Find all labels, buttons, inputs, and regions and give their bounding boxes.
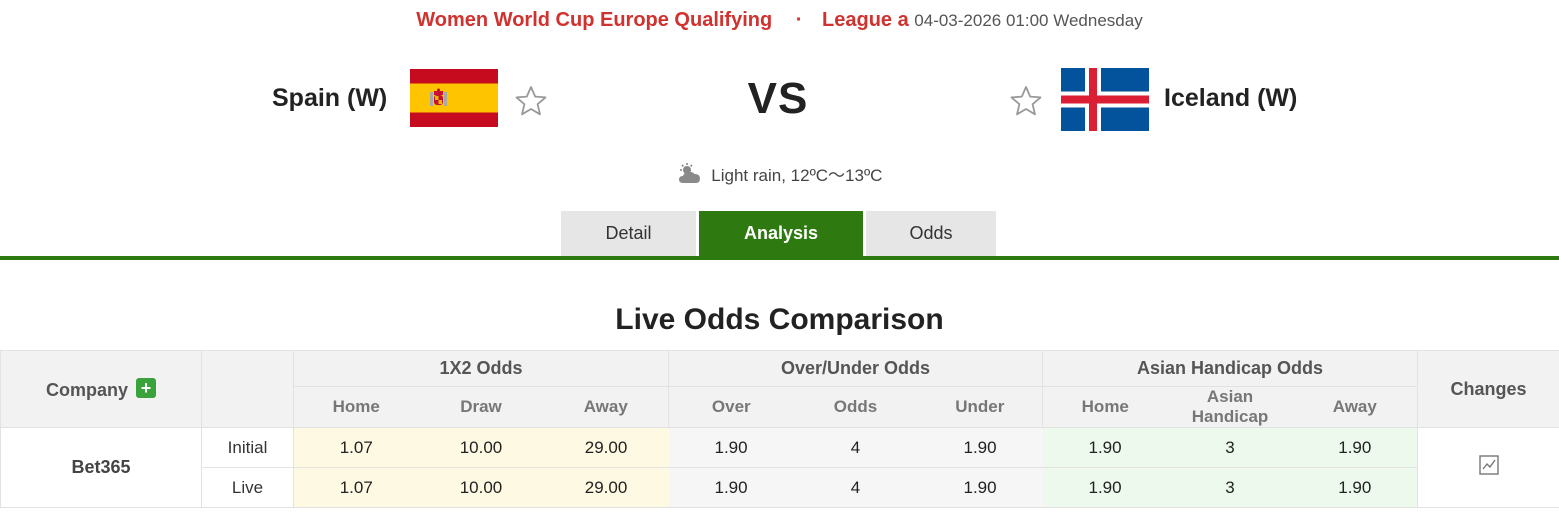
group-header-over-under: Over/Under Odds xyxy=(668,350,1044,387)
odds-cell: 1.90 xyxy=(1042,427,1168,468)
tabs-underline xyxy=(0,256,1559,260)
subheader-under: Under xyxy=(917,386,1044,428)
subheader-home: Home xyxy=(293,386,419,428)
subheader-ah-home: Home xyxy=(1042,386,1168,428)
group-header-1x2: 1X2 Odds xyxy=(292,350,670,387)
odds-cell: 3 xyxy=(1167,467,1293,508)
odds-cell: 4 xyxy=(793,467,918,508)
versus-label: VS xyxy=(747,74,809,123)
match-datetime: 04-03-2026 01:00 Wednesday xyxy=(914,11,1143,30)
odds-cell: 1.90 xyxy=(668,467,794,508)
header-separator: · xyxy=(795,9,803,31)
tab-detail[interactable]: Detail xyxy=(561,211,696,256)
odds-comparison-table: Company + 1X2 Odds Over/Under Odds Asian … xyxy=(0,350,1559,508)
league-name[interactable]: Women World Cup Europe Qualifying xyxy=(416,9,772,31)
changes-header: Changes xyxy=(1417,350,1559,428)
company-header-label: Company xyxy=(45,379,128,400)
line-chart-icon[interactable] xyxy=(1478,455,1499,475)
odds-cell: 1.07 xyxy=(293,427,419,468)
favorite-star-away-icon[interactable] xyxy=(1010,85,1042,117)
odds-cell: 1.90 xyxy=(917,427,1043,468)
favorite-star-home-icon[interactable] xyxy=(515,85,547,117)
tab-odds[interactable]: Odds xyxy=(866,211,996,256)
odds-cell: 1.90 xyxy=(917,467,1043,508)
subheader-away: Away xyxy=(543,386,670,428)
odds-cell: 1.07 xyxy=(293,467,419,508)
subheader-over: Over xyxy=(668,386,794,428)
match-tabs: Detail Analysis Odds xyxy=(561,211,996,256)
tab-analysis[interactable]: Analysis xyxy=(699,211,863,256)
iceland-flag-icon xyxy=(1061,68,1149,131)
weather-info: Light rain, 12ºC～13ºC xyxy=(0,161,1559,186)
odds-cell: 1.90 xyxy=(1292,467,1418,508)
company-name[interactable]: Bet365 xyxy=(0,427,202,508)
group-header-asian-handicap: Asian Handicap Odds xyxy=(1042,350,1419,387)
spain-flag-icon xyxy=(410,69,498,127)
odds-cell: 3 xyxy=(1167,427,1293,468)
odds-cell: 29.00 xyxy=(543,427,669,468)
odds-cell: 4 xyxy=(793,427,918,468)
subheader-odds: Odds xyxy=(793,386,918,428)
subheader-asian-handicap: Asian Handicap xyxy=(1167,386,1293,428)
row-type-header xyxy=(201,350,294,428)
match-header: Women World Cup Europe Qualifying · Leag… xyxy=(0,7,1559,34)
odds-cell: 29.00 xyxy=(543,467,669,508)
odds-row-live: Live 1.07 10.00 29.00 1.90 4 1.90 1.90 3… xyxy=(1,467,1559,508)
odds-cell: 1.90 xyxy=(1042,467,1168,508)
company-header: Company + xyxy=(0,350,202,428)
changes-cell xyxy=(1417,427,1559,508)
home-team-name[interactable]: Spain (W) xyxy=(272,84,387,113)
live-odds-title: Live Odds Comparison xyxy=(615,303,944,336)
cloudy-weather-icon xyxy=(678,163,700,183)
odds-row-initial: Bet365 Initial 1.07 10.00 29.00 1.90 4 1… xyxy=(0,427,1559,508)
away-team-name[interactable]: Iceland (W) xyxy=(1164,84,1297,113)
row-type: Live xyxy=(201,467,294,508)
league-group[interactable]: League a xyxy=(822,9,909,31)
odds-cell: 10.00 xyxy=(418,467,544,508)
odds-cell: 10.00 xyxy=(418,427,544,468)
odds-cell: 1.90 xyxy=(668,427,794,468)
odds-cell: 1.90 xyxy=(1292,427,1418,468)
weather-text: Light rain, 12ºC～13ºC xyxy=(711,166,883,185)
subheader-ah-away: Away xyxy=(1292,386,1419,428)
row-type: Initial xyxy=(201,427,294,468)
subheader-draw: Draw xyxy=(418,386,544,428)
add-company-icon[interactable]: + xyxy=(136,377,156,398)
